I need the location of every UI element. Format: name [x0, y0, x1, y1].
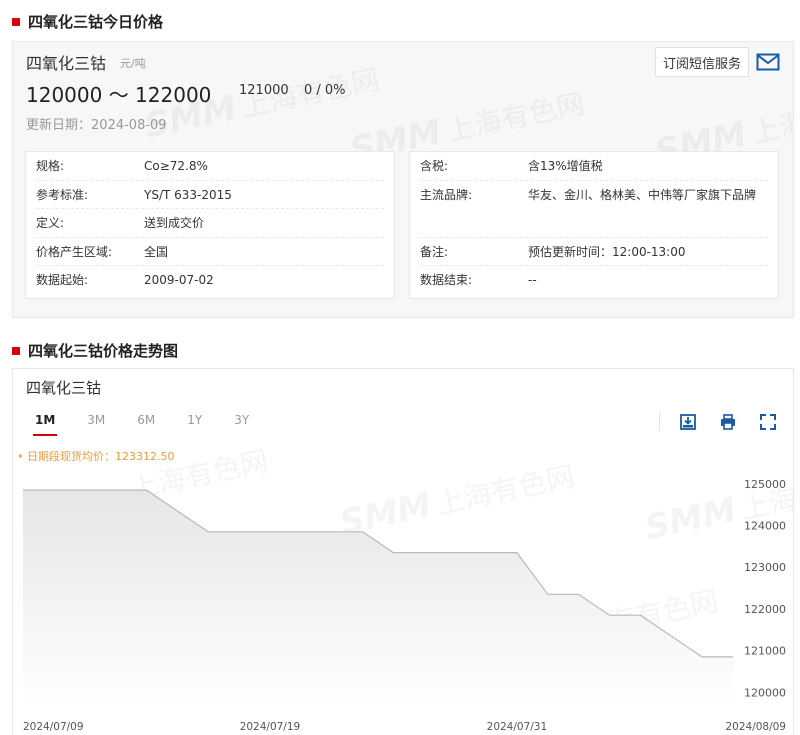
tab-1m[interactable]: 1M — [32, 413, 58, 436]
y-tick-label: 120000 — [744, 686, 786, 699]
y-tick-label: 123000 — [744, 561, 786, 574]
tab-6m[interactable]: 6M — [137, 413, 155, 427]
price-change: 0 / 0% — [304, 83, 346, 98]
y-tick-label: 122000 — [744, 603, 786, 616]
spec-row: 数据起始: 2009-07-02 — [36, 273, 214, 288]
spec-row: 参考标准: YS/T 633-2015 — [36, 181, 384, 210]
section-title-text: 四氧化三钴价格走势图 — [28, 342, 179, 360]
y-tick-label: 124000 — [744, 520, 786, 533]
x-tick-label: 2024/07/31 — [487, 721, 548, 733]
today-price-panel: SMM上海有色网 SMM上海有色网 SMM上海有色网 四氧化三钴 元/吨 120… — [12, 41, 794, 318]
tab-3m[interactable]: 3M — [87, 413, 105, 427]
subscribe-sms-button[interactable]: 订阅短信服务 — [655, 47, 749, 77]
toolbar-divider — [659, 413, 660, 431]
print-icon[interactable] — [719, 413, 737, 431]
spec-row: 价格产生区域: 全国 — [36, 238, 384, 267]
x-tick-label: 2024/08/09 — [725, 721, 786, 733]
price-unit: 元/吨 — [120, 57, 146, 70]
x-tick-label: 2024/07/09 — [23, 721, 84, 733]
y-tick-label: 125000 — [744, 478, 786, 491]
section-title-today-price: 四氧化三钴今日价格 — [12, 11, 163, 32]
spec-table-left: 规格: Co≥72.8% 参考标准: YS/T 633-2015 定义: 送到成交价 … — [25, 151, 395, 299]
spec-row: 定义: 送到成交价 — [36, 209, 384, 238]
tab-3y[interactable]: 3Y — [234, 413, 249, 427]
spec-table-right: 含税: 含13%增值税 主流品牌: 华友、金川、格林美、中伟等厂家旗下品牌 备注: 预… — [409, 151, 779, 299]
spec-row: 数据结束: -- — [420, 273, 537, 288]
chart-title: 四氧化三钴 — [26, 379, 102, 397]
price-range: 120000 ～ 122000 — [26, 83, 212, 107]
spec-row: 规格: Co≥72.8% — [36, 152, 384, 181]
mail-icon[interactable] — [756, 52, 780, 72]
mid-price: 121000 — [239, 83, 289, 98]
spec-row: 含税: 含13%增值税 — [420, 152, 768, 181]
fullscreen-icon[interactable] — [759, 413, 777, 431]
spec-row: 主流品牌: 华友、金川、格林美、中伟等厂家旗下品牌 — [420, 181, 768, 238]
section-marker — [12, 346, 20, 355]
y-tick-label: 121000 — [744, 645, 786, 658]
section-marker — [12, 17, 20, 26]
tab-1y[interactable]: 1Y — [187, 413, 202, 427]
price-trend-panel: 上海有色网 SMM上海有色网 SMM上海有色网 上海有色网 四氧化三钴 1M 3… — [12, 368, 794, 735]
price-area — [23, 490, 733, 707]
section-title-text: 四氧化三钴今日价格 — [28, 13, 164, 31]
spec-row: 备注: 预估更新时间：12:00-13:00 — [420, 238, 768, 267]
section-title-price-trend: 四氧化三钴价格走势图 — [12, 340, 178, 361]
download-image-icon[interactable] — [679, 413, 697, 431]
average-price-label: • 日期段现货均价：123312.50 — [17, 450, 175, 463]
update-date: 更新日期：2024-08-09 — [26, 118, 167, 133]
product-name: 四氧化三钴 — [26, 54, 107, 73]
x-tick-label: 2024/07/19 — [240, 721, 301, 733]
price-trend-chart: 120000 121000 122000 123000 124000 125000 2024… — [23, 478, 786, 733]
range-tabs: 1M 3M 6M 1Y 3Y — [32, 413, 281, 436]
